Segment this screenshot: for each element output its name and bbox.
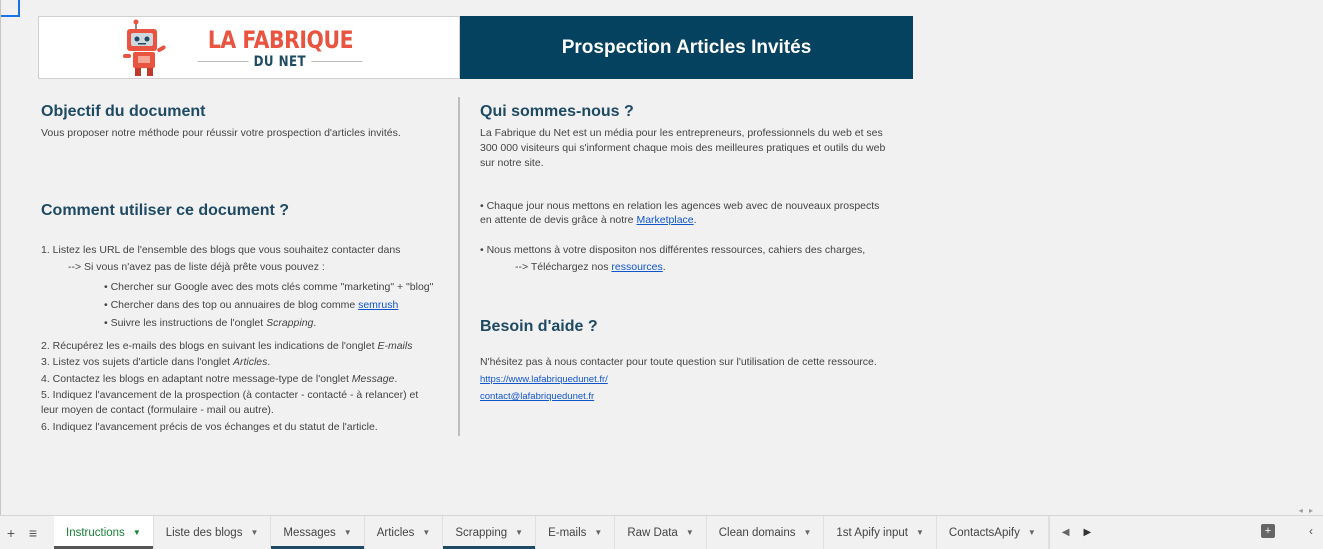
chevron-down-icon: ▼ bbox=[132, 528, 141, 537]
bullet-google: • Chercher sur Google avec des mots clés… bbox=[104, 281, 434, 293]
all-sheets-menu-icon[interactable]: ≡ bbox=[22, 516, 44, 549]
chevron-down-icon: ▼ bbox=[422, 528, 431, 537]
ressources-link[interactable]: ressources bbox=[611, 261, 662, 273]
horizontal-scroll-arrows[interactable]: ◂ ▸ bbox=[1299, 506, 1315, 515]
logo-wordmark-bottom: DU NET bbox=[197, 54, 363, 70]
marketplace-link[interactable]: Marketplace bbox=[636, 214, 693, 226]
step-1: 1. Listez les URL de l'ensemble des blog… bbox=[41, 244, 401, 256]
step-5-line2: leur moyen de contact (formulaire - mail… bbox=[41, 404, 274, 416]
qui-heading: Qui sommes-nous ? bbox=[480, 103, 634, 120]
scroll-left-icon[interactable]: ◀ bbox=[1062, 527, 1070, 538]
objectif-heading: Objectif du document bbox=[41, 103, 206, 120]
column-divider bbox=[458, 97, 460, 436]
qui-line-3: sur notre site. bbox=[480, 157, 544, 169]
robot-mascot-icon bbox=[123, 19, 166, 76]
bullet-scrapping: • Suivre les instructions de l'onglet Sc… bbox=[104, 317, 317, 329]
tab-scroll-controls: ◀ ▶ bbox=[1048, 516, 1103, 549]
semrush-link[interactable]: semrush bbox=[358, 299, 398, 311]
aide-text: N'hésitez pas à nous contacter pour tout… bbox=[480, 356, 877, 368]
sheet-tab-bar: + ≡ Instructions ▼ Liste des blogs ▼ Messa… bbox=[0, 515, 1323, 549]
aide-heading: Besoin d'aide ? bbox=[480, 318, 598, 335]
chevron-left-icon[interactable]: ‹ bbox=[1309, 524, 1313, 538]
tab-instructions[interactable]: Instructions ▼ bbox=[54, 516, 154, 549]
logo-wordmark-top: LA FABRIQUE bbox=[207, 25, 353, 54]
tab-e-mails[interactable]: E-mails ▼ bbox=[536, 516, 616, 549]
step-6: 6. Indiquez l'avancement précis de vos é… bbox=[41, 421, 378, 433]
bullet-annuaires: • Chercher dans des top ou annuaires de … bbox=[104, 299, 399, 311]
tab-messages[interactable]: Messages ▼ bbox=[271, 516, 365, 549]
comment-heading: Comment utiliser ce document ? bbox=[41, 202, 290, 219]
point-2-line1: • Nous mettons à votre dispositon nos di… bbox=[480, 244, 866, 256]
step-2: 2. Récupérez les e-mails des blogs en su… bbox=[41, 340, 413, 352]
chevron-down-icon: ▼ bbox=[594, 528, 603, 537]
chevron-down-icon: ▼ bbox=[250, 528, 259, 537]
tab-articles[interactable]: Articles ▼ bbox=[365, 516, 444, 549]
tab-1st-apify-input[interactable]: 1st Apify input ▼ bbox=[824, 516, 937, 549]
step-4: 4. Contactez les blogs en adaptant notre… bbox=[41, 373, 398, 385]
chevron-down-icon: ▼ bbox=[916, 528, 924, 537]
spreadsheet-grid[interactable]: LA FABRIQUE DU NET Prospection Articles … bbox=[0, 0, 1323, 515]
email-link[interactable]: contact@lafabriquedunet.fr bbox=[480, 391, 594, 402]
tab-scrapping[interactable]: Scrapping ▼ bbox=[443, 516, 537, 549]
scroll-right-icon[interactable]: ▶ bbox=[1084, 527, 1092, 538]
brand-logo: LA FABRIQUE DU NET bbox=[38, 16, 460, 79]
point-2-line2: --> Téléchargez nos ressources. bbox=[515, 261, 666, 273]
tab-liste-des-blogs[interactable]: Liste des blogs ▼ bbox=[154, 516, 272, 549]
selected-cell[interactable] bbox=[1, 0, 20, 17]
explore-icon[interactable]: + bbox=[1261, 524, 1275, 538]
step-5-line1: 5. Indiquez l'avancement de la prospecti… bbox=[41, 389, 419, 401]
header-banner: LA FABRIQUE DU NET Prospection Articles … bbox=[38, 16, 913, 79]
step-3: 3. Listez vos sujets d'article dans l'on… bbox=[41, 356, 271, 368]
tab-clean-domains[interactable]: Clean domains ▼ bbox=[707, 516, 825, 549]
frozen-border bbox=[0, 0, 1, 515]
step-1-sub: --> Si vous n'avez pas de liste déjà prê… bbox=[68, 261, 325, 273]
objectif-text: Vous proposer notre méthode pour réussir… bbox=[41, 127, 401, 139]
chevron-down-icon: ▼ bbox=[803, 528, 812, 537]
chevron-down-icon: ▼ bbox=[515, 528, 524, 537]
add-sheet-button[interactable]: + bbox=[0, 516, 22, 549]
chevron-down-icon: ▼ bbox=[343, 528, 352, 537]
qui-line-1: La Fabrique du Net est un média pour les… bbox=[480, 127, 883, 139]
chevron-down-icon: ▼ bbox=[685, 528, 694, 537]
website-link[interactable]: https://www.lafabriquedunet.fr/ bbox=[480, 374, 608, 385]
point-1-line2: en attente de devis grâce à notre Market… bbox=[480, 214, 697, 226]
banner-title: Prospection Articles Invités bbox=[460, 16, 913, 79]
qui-line-2: 300 000 visiteurs qui s'informent chaque… bbox=[480, 142, 886, 154]
chevron-down-icon: ▼ bbox=[1027, 528, 1036, 537]
point-1-line1: • Chaque jour nous mettons en relation l… bbox=[480, 200, 880, 212]
tab-contacts-apify[interactable]: ContactsApify ▼ bbox=[937, 516, 1049, 549]
tab-raw-data[interactable]: Raw Data ▼ bbox=[615, 516, 707, 549]
